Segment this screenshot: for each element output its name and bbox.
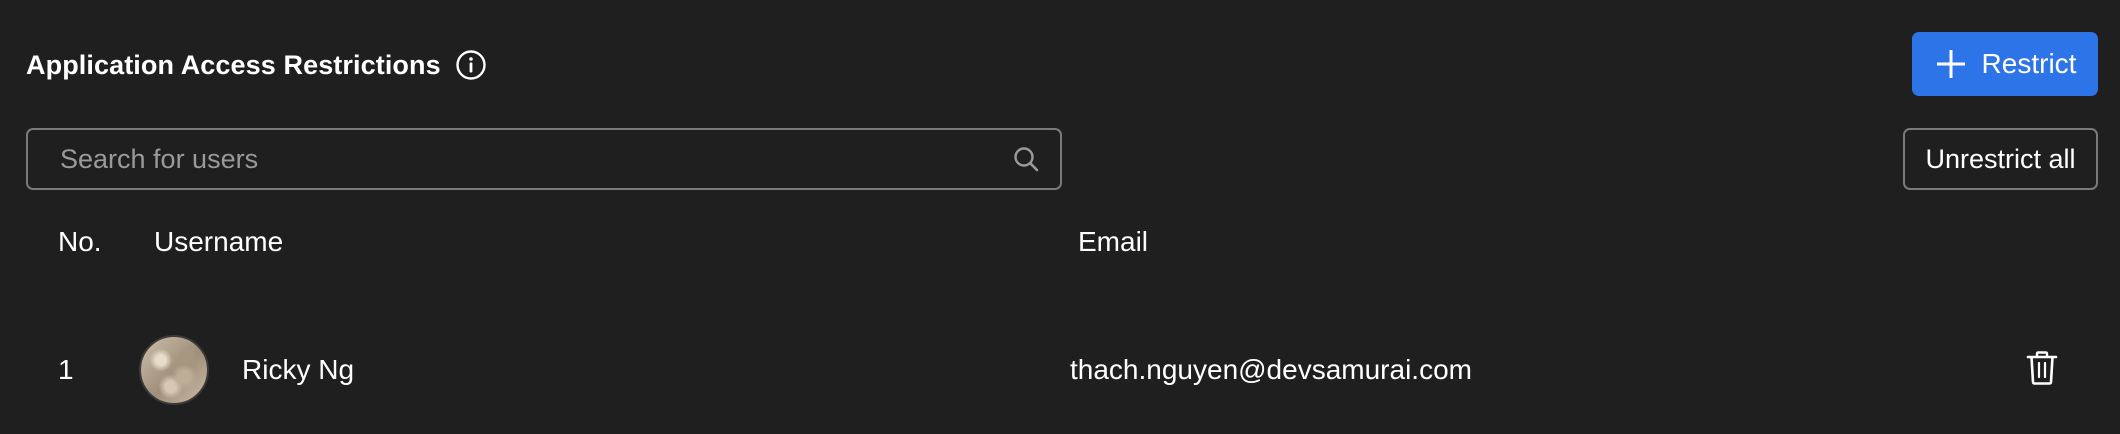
search-box	[26, 128, 1062, 190]
page-title: Application Access Restrictions	[26, 49, 441, 80]
delete-button[interactable]	[2022, 350, 2062, 390]
column-header-no: No.	[58, 226, 102, 257]
row-number: 1	[58, 354, 74, 385]
page-header: Application Access Restrictions	[26, 46, 487, 84]
table-row: 1 Ricky Ng thach.nguyen@devsamurai.com	[0, 320, 2120, 420]
search-icon[interactable]	[1006, 139, 1046, 179]
email-cell: thach.nguyen@devsamurai.com	[1070, 354, 1472, 385]
search-input[interactable]	[28, 130, 1006, 188]
username-cell: Ricky Ng	[242, 354, 355, 385]
avatar	[139, 335, 209, 405]
trash-icon	[2025, 350, 2059, 391]
plus-icon	[1934, 47, 1968, 81]
column-header-username: Username	[154, 226, 284, 257]
column-header-email: Email	[1078, 226, 1149, 257]
info-icon[interactable]	[455, 49, 487, 81]
unrestrict-all-button[interactable]: Unrestrict all	[1903, 128, 2098, 190]
restrict-button-label: Restrict	[1981, 48, 2077, 79]
restrict-button[interactable]: Restrict	[1912, 32, 2098, 96]
